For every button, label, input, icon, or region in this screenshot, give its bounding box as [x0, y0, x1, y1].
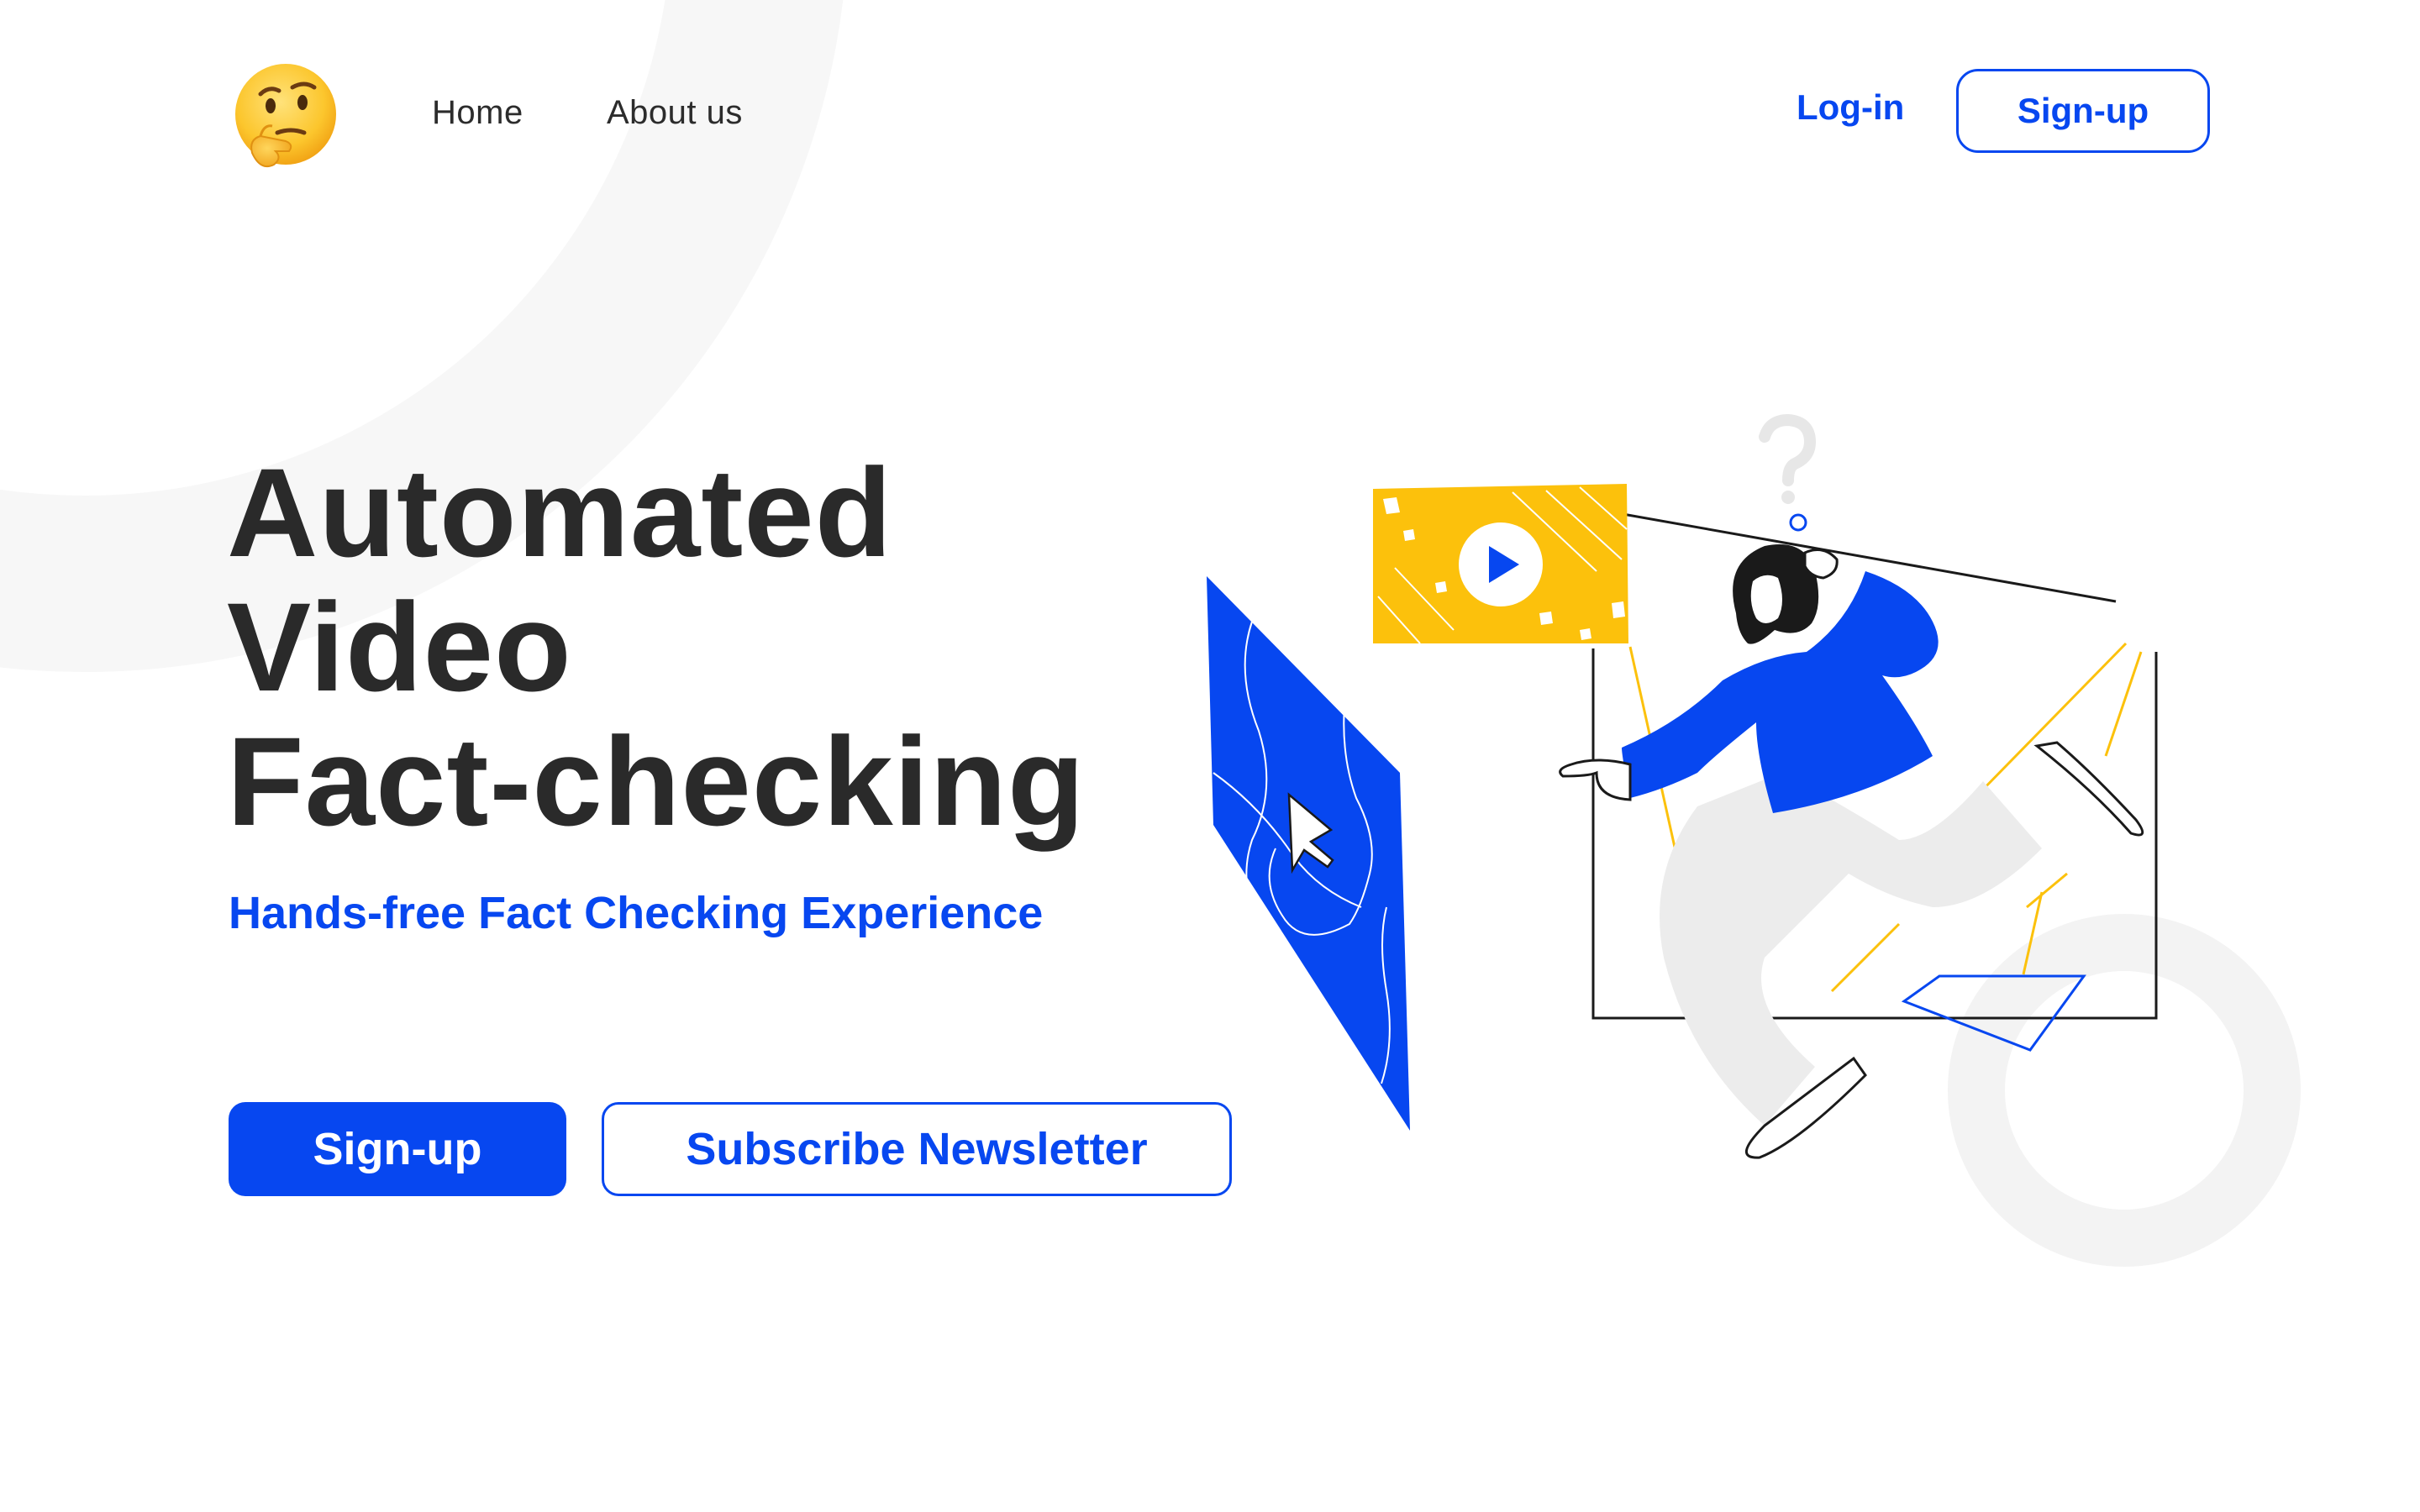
hero-illustration — [1207, 413, 2158, 1159]
hero-signup-button[interactable]: Sign-up — [229, 1102, 566, 1196]
nav-home-link[interactable]: Home — [432, 94, 523, 132]
hero-title-line-3: Fact-checking — [227, 711, 1086, 852]
login-link[interactable]: Log-in — [1797, 87, 1904, 128]
video-player-icon — [1373, 484, 1628, 644]
hero-subtitle: Hands-free Fact Checking Experience — [229, 888, 1044, 938]
person-figure — [1559, 544, 2144, 1159]
nav-about-link[interactable]: About us — [607, 94, 743, 132]
hero-title-line-1: Automated — [227, 442, 893, 583]
question-mark-icon — [1759, 413, 1817, 532]
thinking-face-logo-icon[interactable] — [227, 59, 345, 176]
subscribe-newsletter-button[interactable]: Subscribe Newsletter — [602, 1102, 1232, 1196]
landing-page: Home About us Log-in Sign-up Automated V… — [0, 0, 2420, 1512]
outline-shape-decoration — [1901, 974, 2086, 1052]
header-signup-button[interactable]: Sign-up — [1956, 69, 2210, 153]
hero-title: Automated Video Fact-checking — [227, 445, 1086, 848]
hero-title-line-2: Video — [227, 576, 572, 717]
thinking-face-icon — [235, 64, 336, 168]
map-panel-icon — [1207, 576, 1410, 1131]
